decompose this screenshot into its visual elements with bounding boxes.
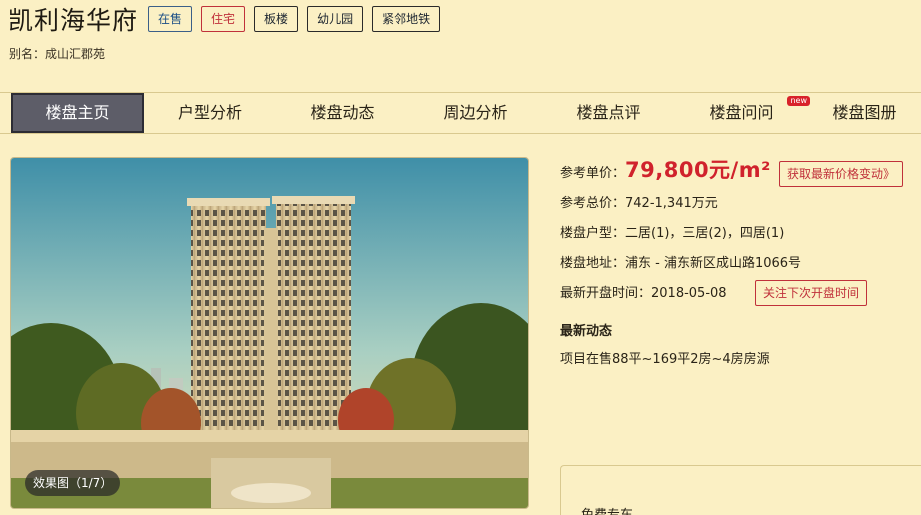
- free-shuttle-panel: 免费专车: [560, 465, 921, 515]
- tag-residential: 住宅: [201, 6, 246, 32]
- news-title: 最新动态: [560, 324, 613, 339]
- tab-floorplans[interactable]: 户型分析: [144, 93, 276, 133]
- news-text[interactable]: 项目在售88平~169平2房~4房房源: [560, 352, 770, 368]
- tag-slab-building: 板楼: [254, 6, 299, 32]
- tag-kindergarten: 幼儿园: [307, 6, 364, 32]
- tab-surroundings[interactable]: 周边分析: [409, 93, 542, 133]
- image-counter-caption: 效果图（1/7）: [25, 470, 121, 496]
- title-row: 凯利海华府 在售 住宅 板楼 幼儿园 紧邻地铁: [8, 4, 449, 35]
- open-date-label: 最新开盘时间：: [560, 286, 652, 301]
- layout-value: 二居(1)，三居(2)，四居(1): [625, 226, 785, 241]
- unit-price-row: 参考单价：79,800元/m²: [560, 160, 771, 182]
- tab-bar: 楼盘主页 户型分析 楼盘动态 周边分析 楼盘点评 楼盘问问 new 楼盘图册: [0, 92, 921, 134]
- tab-news[interactable]: 楼盘动态: [276, 93, 409, 133]
- follow-opening-button[interactable]: 关注下次开盘时间: [755, 280, 868, 306]
- open-date-row: 最新开盘时间：2018-05-08: [560, 286, 727, 302]
- tag-near-metro: 紧邻地铁: [372, 6, 441, 32]
- tab-home[interactable]: 楼盘主页: [11, 93, 144, 133]
- tab-qa[interactable]: 楼盘问问 new: [675, 93, 810, 133]
- address-label: 楼盘地址：: [560, 256, 626, 271]
- address-row: 楼盘地址：浦东 - 浦东新区成山路1066号: [560, 256, 801, 272]
- unit-price-value: 79,800元/m²: [625, 158, 771, 182]
- layout-row: 楼盘户型：二居(1)，三居(2)，四居(1): [560, 226, 784, 242]
- total-price-label: 参考总价：: [560, 196, 626, 211]
- gallery-image[interactable]: 效果图（1/7）: [10, 157, 529, 509]
- address-value: 浦东 - 浦东新区成山路1066号: [625, 256, 802, 271]
- layout-label: 楼盘户型：: [560, 226, 626, 241]
- tab-qa-label: 楼盘问问: [709, 103, 774, 122]
- price-alert-button[interactable]: 获取最新价格变动》: [779, 161, 904, 187]
- building-rendering-image: [11, 158, 528, 508]
- project-alias: 别名：成山汇郡苑: [9, 47, 106, 61]
- tab-reviews[interactable]: 楼盘点评: [542, 93, 675, 133]
- project-title: 凯利海华府: [8, 6, 139, 35]
- open-date-value: 2018-05-08: [651, 286, 727, 301]
- tab-gallery[interactable]: 楼盘图册: [808, 93, 921, 133]
- unit-price-label: 参考单价：: [560, 166, 626, 181]
- total-price-row: 参考总价：742-1,341万元: [560, 196, 718, 212]
- tag-on-sale: 在售: [148, 6, 193, 32]
- total-price-value: 742-1,341万元: [625, 196, 718, 211]
- free-shuttle-title: 免费专车: [581, 504, 633, 515]
- new-badge: new: [787, 96, 810, 106]
